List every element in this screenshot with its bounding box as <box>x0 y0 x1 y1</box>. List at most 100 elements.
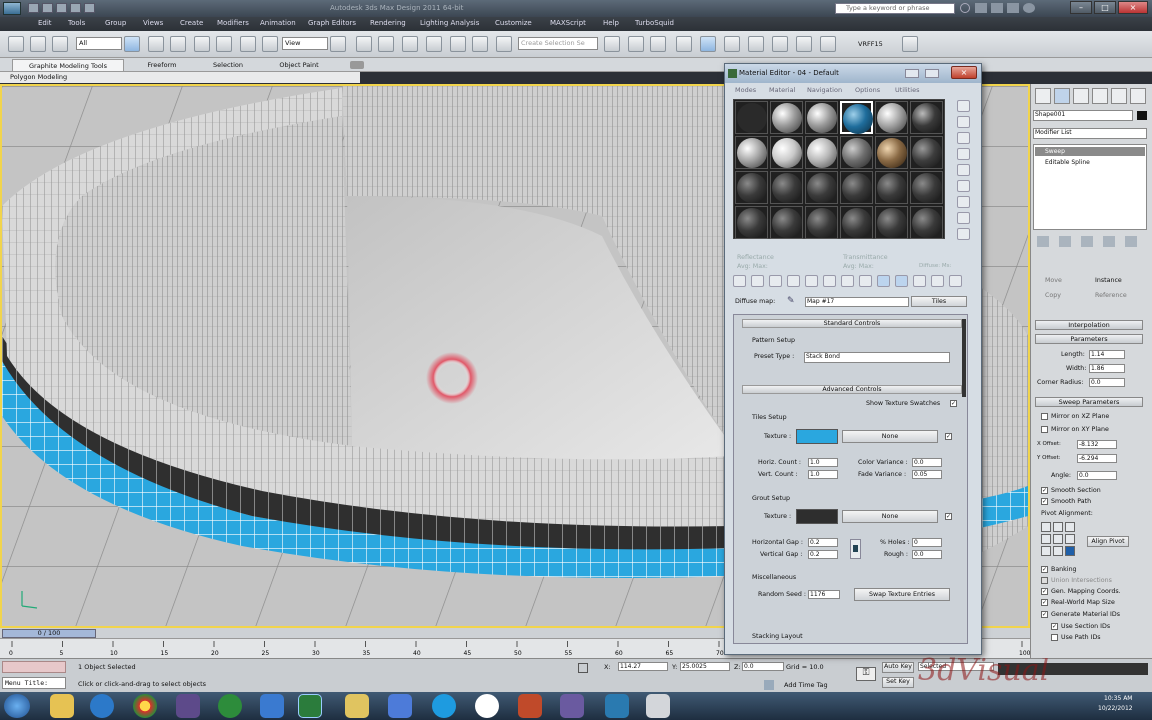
panel-scrollbar[interactable] <box>962 319 966 397</box>
menu-item-group[interactable]: Group <box>105 19 126 27</box>
close-button[interactable]: × <box>1118 1 1148 14</box>
sample-slot[interactable] <box>910 136 943 169</box>
sample-slot[interactable] <box>875 101 908 134</box>
explorer-icon[interactable] <box>50 694 74 718</box>
menu-item-help[interactable]: Help <box>603 19 619 27</box>
med-menu-utilities[interactable]: Utilities <box>895 86 919 94</box>
graphite-toggle-icon[interactable] <box>676 36 692 52</box>
random-seed-field[interactable]: 1176 <box>808 590 840 599</box>
material-editor-title[interactable]: Material Editor - 04 - Default <box>725 64 981 83</box>
menu-item-turbosquid[interactable]: TurboSquid <box>635 19 674 27</box>
menu-item-lighting-analysis[interactable]: Lighting Analysis <box>420 19 479 27</box>
app-icon-5[interactable] <box>605 694 629 718</box>
chrome-icon[interactable] <box>133 694 157 718</box>
go-to-parent-icon[interactable] <box>913 275 926 287</box>
select-object-icon[interactable] <box>124 36 140 52</box>
banking-checkbox[interactable]: ✓ <box>1041 566 1048 573</box>
skype-icon[interactable] <box>432 694 456 718</box>
favorites-icon[interactable] <box>1007 3 1019 13</box>
rotate-icon[interactable] <box>240 36 256 52</box>
vert-count-field[interactable]: 1.0 <box>808 470 838 479</box>
move-icon[interactable] <box>216 36 232 52</box>
mirror-xy-checkbox[interactable] <box>1041 426 1048 433</box>
object-name-field[interactable]: Shape001 <box>1033 110 1133 121</box>
sample-slot[interactable] <box>840 206 873 239</box>
show-end-result-icon[interactable] <box>895 275 908 287</box>
minimize-button[interactable]: – <box>1070 1 1092 14</box>
length-field[interactable]: 1.14 <box>1089 350 1125 359</box>
polygon-modeling-panel[interactable]: Polygon Modeling <box>0 72 360 83</box>
sample-slot[interactable] <box>875 206 908 239</box>
sample-slot[interactable] <box>840 171 873 204</box>
real-world-checkbox[interactable]: ✓ <box>1041 599 1048 606</box>
sample-slot[interactable] <box>805 101 838 134</box>
backlight-icon[interactable] <box>957 116 970 128</box>
snaps-toggle-icon[interactable] <box>402 36 418 52</box>
menu-item-modifiers[interactable]: Modifiers <box>217 19 249 27</box>
width-field[interactable]: 1.86 <box>1089 364 1125 373</box>
gap-lock-icon[interactable] <box>850 539 861 559</box>
rough-field[interactable]: 0.0 <box>912 550 942 559</box>
display-tab-icon[interactable] <box>1111 88 1127 104</box>
sample-slot[interactable] <box>770 206 803 239</box>
teapot-render-icon[interactable] <box>902 36 918 52</box>
sample-slot[interactable] <box>910 206 943 239</box>
link-icon[interactable] <box>52 36 68 52</box>
menu-item-graph-editors[interactable]: Graph Editors <box>308 19 356 27</box>
layer-manager-icon[interactable] <box>650 36 666 52</box>
map-name-field[interactable]: Map #17 <box>805 297 909 307</box>
gen-material-ids-checkbox[interactable]: ✓ <box>1041 611 1048 618</box>
keyboard-shortcut-icon[interactable] <box>378 36 394 52</box>
set-key-button[interactable]: Set Key <box>882 677 914 688</box>
material-editor-icon[interactable] <box>748 36 764 52</box>
pivot-button[interactable] <box>1053 522 1063 532</box>
ribbon-options-icon[interactable] <box>350 61 364 69</box>
get-material-icon[interactable] <box>733 275 746 287</box>
scale-icon[interactable] <box>262 36 278 52</box>
app-icon-2[interactable] <box>260 694 284 718</box>
med-menu-navigation[interactable]: Navigation <box>807 86 842 94</box>
med-menu-material[interactable]: Material <box>769 86 795 94</box>
modify-tab-icon[interactable] <box>1054 88 1070 104</box>
assign-to-selection-icon[interactable] <box>769 275 782 287</box>
parameters-rollout[interactable]: Parameters <box>1035 334 1143 344</box>
make-unique-icon[interactable] <box>823 275 836 287</box>
pivot-alignment-grid[interactable] <box>1041 522 1077 558</box>
open-file-icon[interactable] <box>42 3 53 13</box>
modifier-stack[interactable]: Sweep Editable Spline <box>1033 144 1147 230</box>
tab-object-paint[interactable]: Object Paint <box>264 59 334 71</box>
vertical-gap-field[interactable]: 0.2 <box>808 550 838 559</box>
sample-slot[interactable] <box>770 136 803 169</box>
map-type-button[interactable]: Tiles <box>911 296 967 307</box>
sample-slot[interactable] <box>875 136 908 169</box>
sample-slot[interactable] <box>910 171 943 204</box>
fade-variance-field[interactable]: 0.05 <box>912 470 942 479</box>
material-editor-close-button[interactable]: × <box>951 66 977 79</box>
y-offset-field[interactable]: -6.294 <box>1077 454 1117 463</box>
corner-radius-field[interactable]: 0.0 <box>1089 378 1125 387</box>
pivot-button[interactable] <box>1065 522 1075 532</box>
new-file-icon[interactable] <box>28 3 39 13</box>
sample-slot[interactable] <box>735 136 768 169</box>
smooth-section-checkbox[interactable]: ✓ <box>1041 487 1048 494</box>
select-by-material-icon[interactable] <box>957 212 970 224</box>
show-end-result-icon[interactable] <box>1059 236 1071 247</box>
utorrent-icon[interactable] <box>218 694 242 718</box>
material-editor-maximize-button[interactable] <box>925 69 939 78</box>
preset-type-dropdown[interactable]: Stack Bond <box>804 352 950 363</box>
go-forward-icon[interactable] <box>931 275 944 287</box>
pivot-button[interactable] <box>1065 546 1075 556</box>
x-coordinate[interactable]: 114.27 <box>618 662 668 671</box>
menu-item-tools[interactable]: Tools <box>68 19 85 27</box>
rendered-frame-icon[interactable] <box>796 36 812 52</box>
med-menu-options[interactable]: Options <box>855 86 880 94</box>
spinner-snap-icon[interactable] <box>472 36 488 52</box>
menu-item-customize[interactable]: Customize <box>495 19 532 27</box>
schematic-view-icon[interactable] <box>724 36 740 52</box>
render-setup-icon[interactable] <box>772 36 788 52</box>
select-by-name-icon[interactable] <box>148 36 164 52</box>
stack-item-sweep[interactable]: Sweep <box>1035 147 1145 156</box>
pin-stack-icon[interactable] <box>1037 236 1049 247</box>
use-path-ids-checkbox[interactable] <box>1051 634 1058 641</box>
holes-field[interactable]: 0 <box>912 538 942 547</box>
